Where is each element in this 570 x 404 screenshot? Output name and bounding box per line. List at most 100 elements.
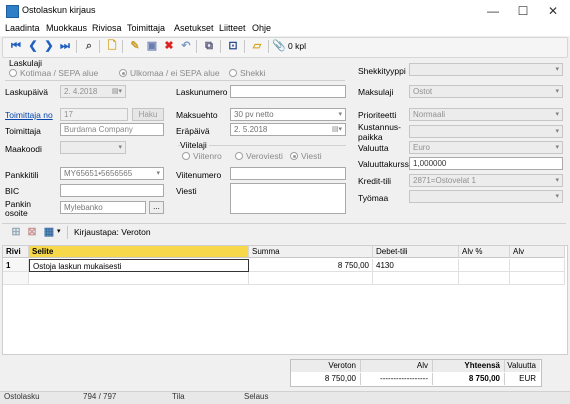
table-cell-alv[interactable] (510, 259, 565, 272)
save-icon[interactable]: ▣ (145, 40, 159, 53)
status-selaus: Selaus (244, 392, 269, 401)
tyomaa-label: Työmaa (358, 193, 389, 203)
close-button[interactable]: ✕ (538, 0, 568, 22)
maksulaji-value: Ostot (413, 87, 433, 96)
calendar-icon[interactable]: ▤▾ (332, 124, 342, 135)
app-icon (6, 5, 19, 18)
last-record-icon[interactable]: ⏭ (58, 40, 72, 53)
viitenumero-field[interactable] (230, 167, 346, 180)
next-record-icon[interactable]: ❯ (42, 40, 56, 53)
chevron-down-icon: ▾ (555, 66, 559, 73)
table-cell-new-row[interactable] (249, 272, 373, 285)
shekkityyppi-label: Shekkityyppi (358, 66, 406, 76)
new-document-icon[interactable]: 🗋 (105, 40, 119, 53)
maakoodi-label: Maakoodi (5, 144, 42, 154)
radio-shekki[interactable] (229, 69, 237, 77)
column-header-selite[interactable]: Selite (29, 246, 249, 258)
search-icon[interactable]: ⌕ (82, 40, 96, 53)
delete-icon[interactable]: ✖ (162, 40, 176, 53)
prioriteetti-select[interactable]: Normaali ▾ (409, 108, 563, 121)
chevron-down-icon: ▾ (118, 144, 122, 151)
add-row-icon[interactable]: ⊞ (9, 226, 23, 239)
table-cell-new-row[interactable] (3, 272, 29, 285)
radio-viitenro[interactable] (182, 152, 190, 160)
chevron-down-icon: ▾ (555, 144, 559, 151)
menu-riviosa[interactable]: Riviosa (92, 23, 122, 33)
valuuttakurssi-field[interactable]: 1,000000 (409, 157, 563, 170)
valuutta-label: Valuutta (358, 143, 389, 153)
tyomaa-select[interactable]: ▾ (409, 190, 563, 203)
menu-toimittaja[interactable]: Toimittaja (127, 23, 165, 33)
column-header-alv[interactable]: Alv (510, 246, 565, 258)
laskupaiva-label: Laskupäivä (5, 87, 49, 97)
valuutta-select[interactable]: Euro ▾ (409, 141, 563, 154)
toolbar-separator (244, 40, 245, 53)
chevron-down-icon: ▾ (555, 193, 559, 200)
toolbar-separator (196, 40, 197, 53)
viesti-field[interactable] (230, 183, 346, 214)
laskunumero-field[interactable] (230, 85, 346, 98)
table-cell-new-row[interactable] (29, 272, 249, 285)
attachment-icon[interactable]: 📎 (272, 40, 286, 53)
radio-veroviesti[interactable] (235, 152, 243, 160)
edit-icon[interactable]: ✎ (128, 40, 142, 53)
copy-icon[interactable]: ⧉ (202, 40, 216, 53)
table-cell-new-row[interactable] (459, 272, 510, 285)
toimittaja-field[interactable]: Burdama Company (60, 123, 164, 136)
table-cell-debet-tili[interactable]: 4130 (373, 259, 459, 272)
menu-laadinta[interactable]: Laadinta (5, 23, 40, 33)
table-cell-summa[interactable]: 8 750,00 (249, 259, 373, 272)
erapaiva-field[interactable]: 2. 5.2018 ▤▾ (230, 123, 346, 136)
valuutta-value: Euro (413, 143, 430, 152)
column-header-debet-tili[interactable]: Debet-tili (373, 246, 459, 258)
grid-settings-icon[interactable]: ▦ (42, 226, 56, 239)
status-mode: Ostolasku (4, 392, 40, 401)
totals-header-alv: Alv (361, 360, 433, 372)
radio-kotimaa[interactable] (9, 69, 17, 77)
maksuehto-select[interactable]: 30 pv netto ▾ (230, 108, 346, 121)
table-cell-new-row[interactable] (510, 272, 565, 285)
table-cell-new-row[interactable] (373, 272, 459, 285)
column-header-alv-pct[interactable]: Alv % (459, 246, 510, 258)
laskupaiva-field[interactable]: 2. 4.2018 ▤▾ (60, 85, 126, 98)
previous-record-icon[interactable]: ❮ (26, 40, 40, 53)
chevron-down-icon[interactable]: ▾ (57, 227, 61, 235)
shekkityyppi-select[interactable]: ▾ (409, 63, 563, 76)
pankkitili-value: MY65651•5656565 (64, 169, 133, 178)
maximize-button[interactable]: ☐ (508, 0, 538, 22)
table-cell-rivi[interactable]: 1 (3, 259, 29, 272)
maakoodi-select[interactable]: ▾ (60, 141, 126, 154)
pankin-osoite-field[interactable]: Mylebanko (60, 201, 146, 214)
chevron-down-icon: ▾ (555, 88, 559, 95)
kustannuspaikka-label-2: paikka (358, 132, 383, 142)
radio-viesti[interactable] (290, 152, 298, 160)
delete-row-icon[interactable]: ⊠ (25, 226, 39, 239)
menu-liitteet[interactable]: Liitteet (219, 23, 246, 33)
column-header-rivi[interactable]: Rivi (3, 246, 29, 258)
pankin-osoite-browse-button[interactable]: ... (149, 201, 164, 214)
export-icon[interactable]: ⊡ (226, 40, 240, 53)
first-record-icon[interactable]: ⏮ (9, 40, 23, 53)
haku-button[interactable]: Haku (132, 108, 164, 121)
toimittaja-no-field[interactable]: 17 (60, 108, 128, 121)
toolbar-separator (67, 226, 68, 239)
radio-ulkomaa[interactable] (119, 69, 127, 77)
minimize-button[interactable]: — (478, 0, 508, 22)
kredit-tili-select[interactable]: 2871=Ostovelat 1 ▾ (409, 174, 563, 187)
totals-alv-value: ------------------ (361, 373, 433, 385)
table-cell-alv-pct[interactable] (459, 259, 510, 272)
kustannuspaikka-select[interactable]: ▾ (409, 125, 563, 138)
totals-header-veroton: Veroton (291, 360, 361, 372)
undo-icon[interactable]: ↶ (179, 40, 193, 53)
table-cell-selite[interactable]: Ostoja laskun mukaisesti (29, 259, 249, 272)
toimittaja-no-link[interactable]: Toimittaja no (5, 110, 53, 120)
menu-muokkaus[interactable]: Muokkaus (46, 23, 87, 33)
maksulaji-select[interactable]: Ostot ▾ (409, 85, 563, 98)
bic-field[interactable] (60, 184, 164, 197)
menu-ohje[interactable]: Ohje (252, 23, 271, 33)
calendar-icon[interactable]: ▤▾ (112, 86, 122, 97)
column-header-summa[interactable]: Summa (249, 246, 373, 258)
folder-icon[interactable]: ▱ (250, 40, 264, 53)
pankkitili-select[interactable]: MY65651•5656565 ▾ (60, 167, 164, 180)
menu-asetukset[interactable]: Asetukset (174, 23, 214, 33)
